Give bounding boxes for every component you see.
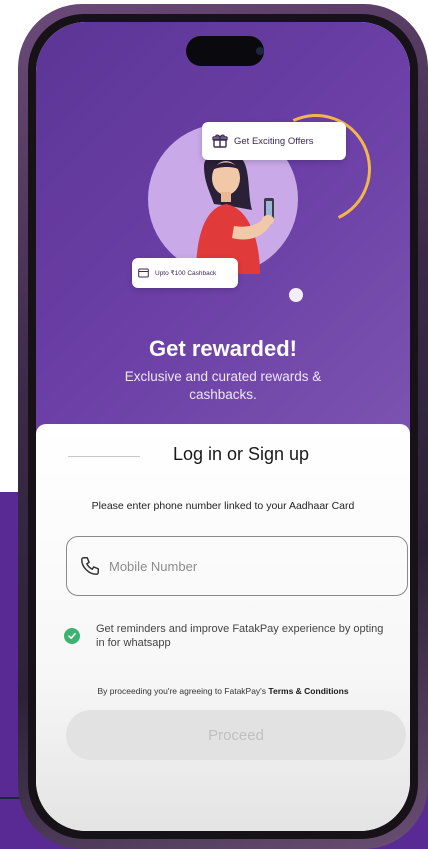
terms-prefix: By proceeding you're agreeing to FatakPa… <box>97 686 269 696</box>
offers-chip-label: Get Exciting Offers <box>234 135 314 147</box>
phone-screen: Get Exciting Offers Upto ₹100 Cashback G… <box>36 22 410 831</box>
whatsapp-optin-row[interactable]: Get reminders and improve FatakPay exper… <box>64 622 384 650</box>
hero-title: Get rewarded! <box>149 336 297 361</box>
card-icon <box>138 268 149 278</box>
login-sheet: Log in or Sign up Please enter phone num… <box>36 424 410 831</box>
aadhaar-instruction: Please enter phone number linked to your… <box>91 500 355 512</box>
cashback-chip-label: Upto ₹100 Cashback <box>155 270 217 277</box>
mobile-number-input[interactable] <box>109 558 369 574</box>
woman-with-phone-illustration <box>196 151 274 274</box>
mobile-number-field[interactable] <box>66 536 408 596</box>
cashback-chip: Upto ₹100 Cashback <box>132 258 238 288</box>
dynamic-island <box>186 36 264 66</box>
terms-link[interactable]: Terms & Conditions <box>268 686 348 696</box>
login-title: Log in or Sign up <box>172 444 310 464</box>
whatsapp-optin-label: Get reminders and improve FatakPay exper… <box>96 623 384 649</box>
check-icon <box>68 633 76 639</box>
hero-subtitle: Exclusive and curated rewards & cashback… <box>124 369 322 402</box>
terms-notice: By proceeding you're agreeing to FatakPa… <box>36 686 410 696</box>
hero-section: Get Exciting Offers Upto ₹100 Cashback G… <box>36 22 410 452</box>
decorative-dot <box>289 288 303 302</box>
phone-frame: Get Exciting Offers Upto ₹100 Cashback G… <box>18 4 428 849</box>
camera-icon <box>256 47 264 55</box>
phone-icon <box>81 557 99 575</box>
proceed-button[interactable]: Proceed <box>66 710 406 760</box>
offers-chip: Get Exciting Offers <box>202 122 346 160</box>
gift-icon <box>212 134 228 148</box>
whatsapp-optin-checkbox[interactable] <box>64 628 80 644</box>
phone-bezel: Get Exciting Offers Upto ₹100 Cashback G… <box>28 14 418 839</box>
